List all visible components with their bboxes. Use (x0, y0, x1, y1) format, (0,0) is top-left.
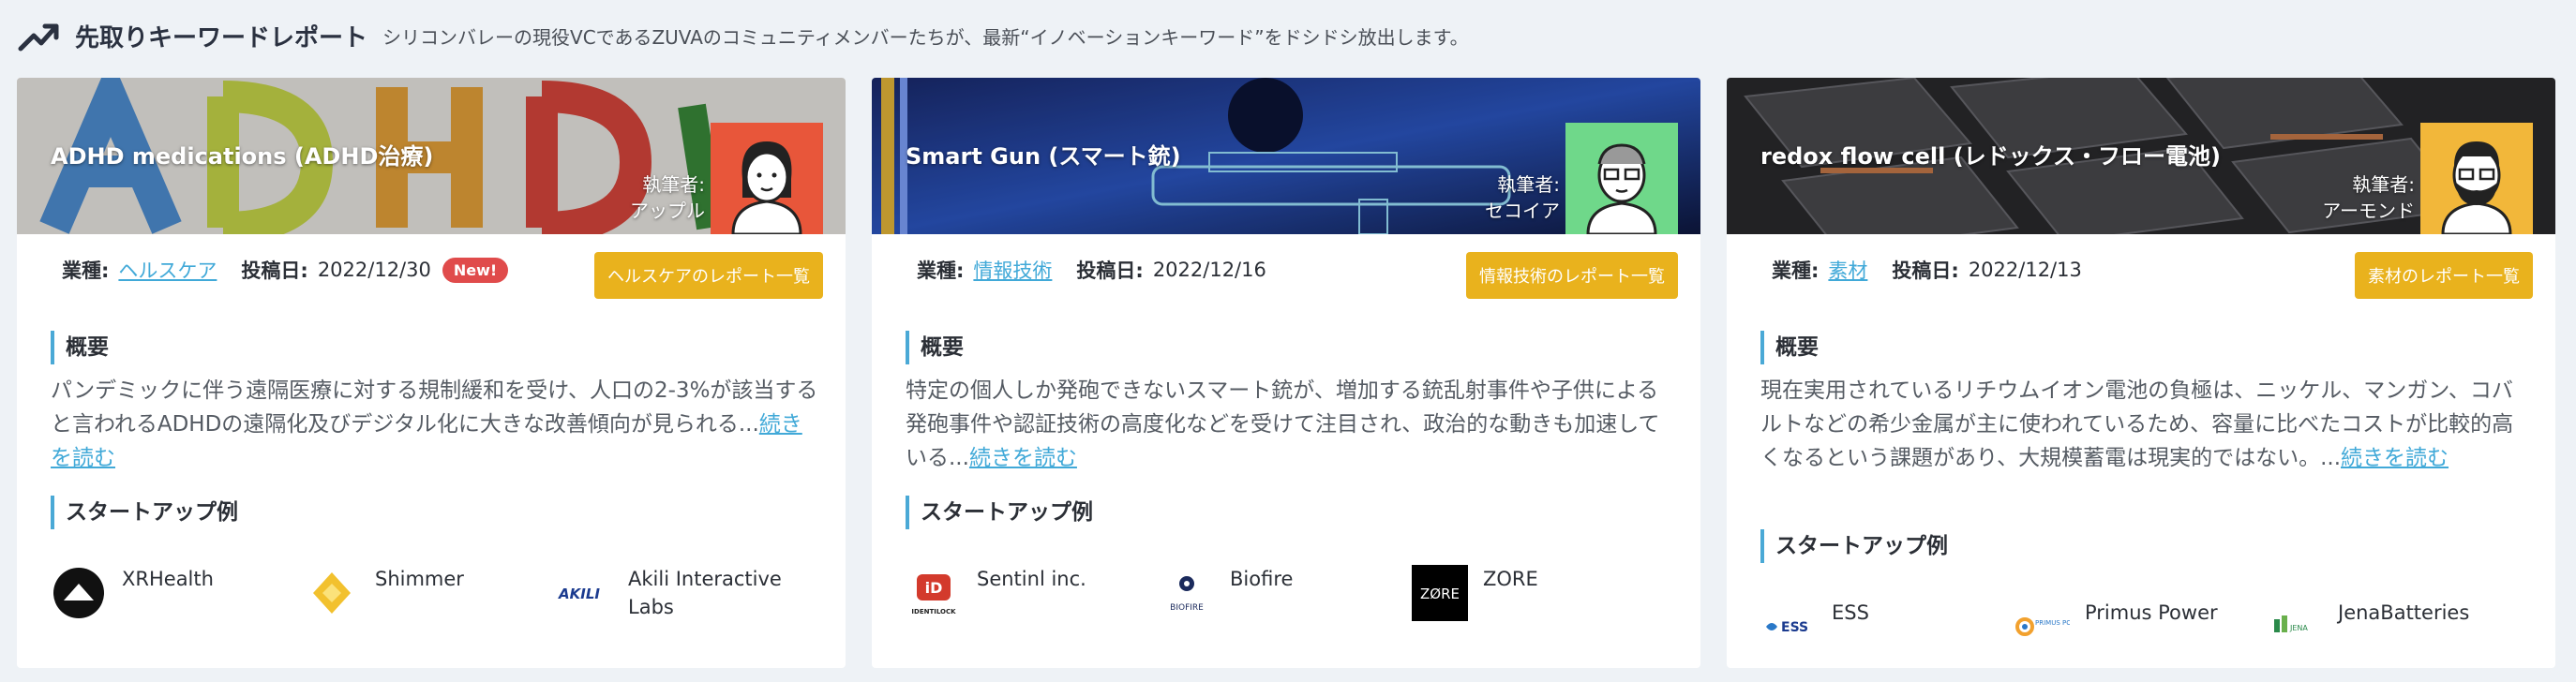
author-label: 執筆者: (1497, 173, 1560, 196)
startup-list: ESS ESS PRIMUS POWER Primus Power JENA J… (1760, 599, 2529, 655)
industry-link[interactable]: 素材 (1828, 256, 1867, 284)
svg-text:JENA: JENA (2289, 624, 2308, 632)
posted-label: 投稿日: (1076, 259, 1144, 282)
author-name: アップル (630, 200, 705, 222)
sentinl-logo-icon: iD IDENTILOCK (911, 574, 956, 615)
startup-name: Sentinl inc. (977, 568, 1086, 590)
author-info: 執筆者: アーモンド (2322, 171, 2415, 224)
card-title[interactable]: ADHD medications (ADHD治療) (51, 138, 433, 170)
startup-name: Primus Power (2085, 601, 2218, 624)
startup-item[interactable]: PRIMUS POWER Primus Power (2014, 599, 2267, 655)
startup-item[interactable]: iD IDENTILOCK Sentinl inc. (906, 565, 1159, 621)
overview-text: 現在実用されているリチウムイオン電池の負極は、ニッケル、マンガン、コバルトなどの… (1760, 374, 2529, 475)
zore-logo-icon: ZØRE (1412, 565, 1468, 621)
overview-heading: 概要 (1760, 331, 1819, 364)
author-avatar (1565, 123, 1678, 234)
posted-date: 2022/12/30 (317, 259, 431, 281)
svg-text:PRIMUS POWER: PRIMUS POWER (2035, 619, 2070, 627)
startup-item[interactable]: ZØRE ZORE (1412, 565, 1665, 621)
overview-text: 特定の個人しか発砲できないスマート銃が、増加する銃乱射事件や子供による発砲事件や… (906, 374, 1674, 475)
report-list-button[interactable]: 情報技術のレポート一覧 (1466, 252, 1678, 299)
new-badge: New! (442, 257, 509, 283)
svg-text:BIOFIRE: BIOFIRE (1170, 603, 1204, 613)
page-subtitle: シリコンバレーの現役VCであるZUVAのコミュニティメンバーたちが、最新“イノベ… (382, 25, 1469, 49)
overview-heading: 概要 (906, 331, 964, 364)
startup-name: Akili Interactive Labs (628, 568, 782, 618)
startup-name: XRHealth (122, 568, 214, 590)
industry-label: 業種: (917, 259, 965, 282)
svg-text:IDENTILOCK: IDENTILOCK (911, 608, 956, 615)
startup-item[interactable]: AKILI Akili Interactive Labs (557, 565, 810, 621)
svg-text:iD: iD (925, 579, 943, 597)
startup-name: Biofire (1230, 568, 1294, 590)
card-title[interactable]: Smart Gun (スマート銃) (906, 138, 1181, 170)
startups-heading: スタートアップ例 (1760, 529, 1948, 563)
read-more-link[interactable]: 続きを読む (969, 446, 1077, 470)
author-name: アーモンド (2322, 200, 2415, 222)
card-banner[interactable]: Smart Gun (スマート銃) 執筆者: セコイア (872, 78, 1700, 234)
author-name: セコイア (1485, 200, 1560, 222)
jenabatteries-logo-icon: JENA (2274, 615, 2308, 632)
industry-label: 業種: (62, 259, 110, 282)
startups-heading: スタートアップ例 (51, 496, 238, 529)
report-card[interactable]: Smart Gun (スマート銃) 執筆者: セコイア 業種: 情報技術 投稿日… (872, 78, 1700, 668)
shimmer-logo-icon (313, 572, 351, 614)
industry-link[interactable]: ヘルスケア (118, 256, 217, 284)
posted-label: 投稿日: (1892, 259, 1959, 282)
xrhealth-logo-icon (53, 568, 104, 618)
startup-list: iD IDENTILOCK Sentinl inc. BIOFIRE Biofi… (906, 565, 1674, 621)
svg-text:AKILI: AKILI (558, 586, 600, 602)
svg-text:ESS: ESS (1781, 620, 1808, 635)
report-list-button[interactable]: 素材のレポート一覧 (2355, 252, 2533, 299)
card-meta: 業種: 情報技術 投稿日: 2022/12/16 (917, 256, 1266, 284)
posted-label: 投稿日: (241, 259, 308, 282)
startup-name: Shimmer (375, 568, 464, 590)
industry-link[interactable]: 情報技術 (973, 256, 1052, 284)
posted-date: 2022/12/13 (1968, 259, 2082, 281)
card-title[interactable]: redox flow cell (レドックス・フロー電池) (1760, 138, 2221, 170)
biofire-logo-icon: BIOFIRE (1170, 576, 1204, 613)
report-card[interactable]: redox flow cell (レドックス・フロー電池) 執筆者: アーモンド… (1727, 78, 2555, 668)
card-meta: 業種: 素材 投稿日: 2022/12/13 (1772, 256, 2082, 284)
startups-heading: スタートアップ例 (906, 496, 1093, 529)
author-avatar (2420, 123, 2533, 234)
author-avatar (711, 123, 823, 234)
summary-text: パンデミックに伴う遠隔医療に対する規制緩和を受け、人口の2-3%が該当すると言わ… (51, 378, 818, 437)
page-header: 先取りキーワードレポート シリコンバレーの現役VCであるZUVAのコミュニティメ… (17, 7, 1469, 64)
startup-list: XRHealth Shimmer AKILI Akili Interactive… (51, 565, 819, 621)
page-title: 先取りキーワードレポート (75, 23, 368, 52)
akili-logo-icon: AKILI (558, 586, 600, 602)
author-label: 執筆者: (642, 173, 705, 196)
author-label: 執筆者: (2352, 173, 2415, 196)
startup-item[interactable]: BIOFIRE Biofire (1159, 565, 1412, 621)
primus-power-logo-icon: PRIMUS POWER (2015, 617, 2070, 636)
overview-heading: 概要 (51, 331, 109, 364)
author-info: 執筆者: アップル (630, 171, 705, 224)
startup-name: ESS (1832, 601, 1869, 624)
card-meta: 業種: ヘルスケア 投稿日: 2022/12/30 New! (62, 256, 509, 284)
industry-label: 業種: (1772, 259, 1820, 282)
startup-name: JenaBatteries (2338, 601, 2470, 624)
startup-item[interactable]: XRHealth (51, 565, 304, 621)
read-more-link[interactable]: 続きを読む (2341, 446, 2449, 470)
report-list-button[interactable]: ヘルスケアのレポート一覧 (594, 252, 823, 299)
report-card[interactable]: ADHD medications (ADHD治療) 執筆者: アップル 業種: … (17, 78, 846, 668)
overview-text: パンデミックに伴う遠隔医療に対する規制緩和を受け、人口の2-3%が該当すると言わ… (51, 374, 819, 475)
posted-date: 2022/12/16 (1152, 259, 1266, 281)
startup-item[interactable]: JENA JenaBatteries (2267, 599, 2520, 655)
card-banner[interactable]: redox flow cell (レドックス・フロー電池) 執筆者: アーモンド (1727, 78, 2555, 234)
card-banner[interactable]: ADHD medications (ADHD治療) 執筆者: アップル (17, 78, 846, 234)
author-info: 執筆者: セコイア (1485, 171, 1560, 224)
startup-item[interactable]: Shimmer (304, 565, 557, 621)
trending-up-icon (18, 23, 59, 52)
ess-logo-icon: ESS (1766, 620, 1808, 635)
startup-item[interactable]: ESS ESS (1760, 599, 2014, 655)
startup-name: ZORE (1483, 568, 1538, 590)
svg-text:ZØRE: ZØRE (1420, 586, 1460, 602)
